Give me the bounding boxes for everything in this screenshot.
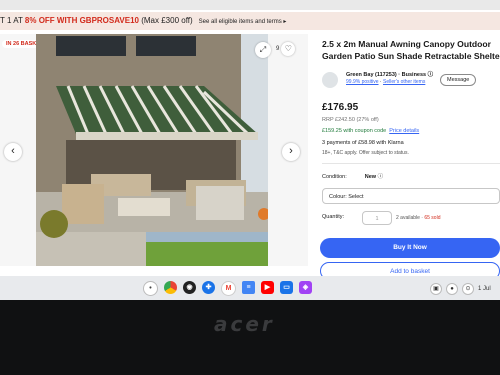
- gallery-prev-button[interactable]: ‹: [4, 143, 22, 161]
- watch-count: 9: [276, 46, 280, 52]
- sold-count: 65 sold: [424, 215, 441, 221]
- product-title: 2.5 x 2m Manual Awning Canopy Outdoor Ga…: [322, 39, 500, 61]
- available-count: 2 available ·: [396, 215, 425, 221]
- promo-highlight: 8% OFF WITH GBPROSAVE10: [24, 16, 139, 25]
- media-icon[interactable]: ●: [446, 283, 458, 295]
- price: £176.95: [322, 102, 359, 113]
- seller-avatar[interactable]: [322, 72, 338, 88]
- seller-info: Green Bay (117253) · Business ⓘ 99.9% po…: [322, 70, 500, 90]
- promo-suffix: (Max £300 off): [139, 16, 193, 25]
- seller-feedback[interactable]: 99.9% positive: [346, 79, 379, 85]
- coupon-price: £159.25 with coupon code: [322, 128, 387, 134]
- expand-icon[interactable]: ⤢: [255, 42, 271, 58]
- condition-row: Condition: New ⓘ: [322, 172, 383, 180]
- status-tray[interactable]: ▣ ● ⊙ 1 Jul: [430, 283, 491, 295]
- klarna-terms: 18+, T&C apply. Offer subject to status.: [322, 150, 409, 156]
- browser-screen: T 1 AT 8% OFF WITH GBPROSAVE10 (Max £300…: [0, 0, 500, 300]
- info-icon[interactable]: ⓘ: [428, 72, 434, 78]
- seller-sub-row: 99.9% positive · Seller's other items: [346, 79, 426, 85]
- quantity-input[interactable]: 1: [362, 211, 392, 225]
- youtube-icon[interactable]: ▶: [261, 281, 274, 294]
- acer-logo: acer: [214, 312, 275, 336]
- top-strip: [0, 0, 500, 10]
- settings-icon[interactable]: ◈: [299, 281, 312, 294]
- availability-text: 2 available · 65 sold: [396, 215, 440, 221]
- promo-terms-link[interactable]: See all eligible items and terms ▸: [199, 19, 287, 25]
- divider: [322, 163, 500, 164]
- colour-select[interactable]: Colour: Select: [322, 188, 500, 204]
- seller-name-row[interactable]: Green Bay (117253) · Business ⓘ: [346, 70, 433, 78]
- record-icon[interactable]: ⊙: [462, 283, 474, 295]
- promo-banner[interactable]: T 1 AT 8% OFF WITH GBPROSAVE10 (Max £300…: [0, 12, 500, 30]
- condition-info-icon[interactable]: ⓘ: [378, 174, 384, 180]
- message-button[interactable]: Message: [440, 74, 477, 86]
- launcher-icon[interactable]: •: [143, 281, 158, 296]
- rrp-text: RRP £242.50 (27% off): [322, 117, 379, 123]
- seller-type: Business: [401, 72, 427, 78]
- product-photo[interactable]: [36, 34, 268, 266]
- watch-control[interactable]: 9 ♡: [276, 42, 296, 56]
- screenshot-icon[interactable]: ▣: [430, 283, 442, 295]
- chrome-icon[interactable]: [164, 281, 177, 294]
- promo-prefix: T 1 AT: [0, 16, 25, 25]
- coupon-row: £159.25 with coupon code Price details: [322, 128, 419, 134]
- awning-photo-illustration: [36, 34, 268, 266]
- condition-value: New: [364, 174, 377, 180]
- gmail-icon[interactable]: M: [221, 281, 236, 296]
- klarna-text[interactable]: 3 payments of £58.98 with Klarna: [322, 140, 404, 146]
- quantity-label: Quantity:: [322, 214, 345, 220]
- price-details-link[interactable]: Price details: [389, 128, 419, 134]
- seller-name: Green Bay (117253): [346, 72, 397, 78]
- gallery-next-button[interactable]: ›: [282, 143, 300, 161]
- heart-icon[interactable]: ♡: [281, 42, 296, 56]
- maps-icon[interactable]: ✚: [202, 281, 215, 294]
- app-icon[interactable]: ◉: [183, 281, 196, 294]
- buy-it-now-button[interactable]: Buy It Now: [320, 238, 500, 258]
- files-icon[interactable]: ▭: [280, 281, 293, 294]
- condition-label: Condition:: [322, 174, 347, 180]
- app-dock: • ◉ ✚ M ≡ ▶ ▭ ◈: [143, 281, 312, 296]
- docs-icon[interactable]: ≡: [242, 281, 255, 294]
- seller-other-items-link[interactable]: Seller's other items: [383, 79, 425, 85]
- shelf-date[interactable]: 1 Jul: [478, 286, 491, 292]
